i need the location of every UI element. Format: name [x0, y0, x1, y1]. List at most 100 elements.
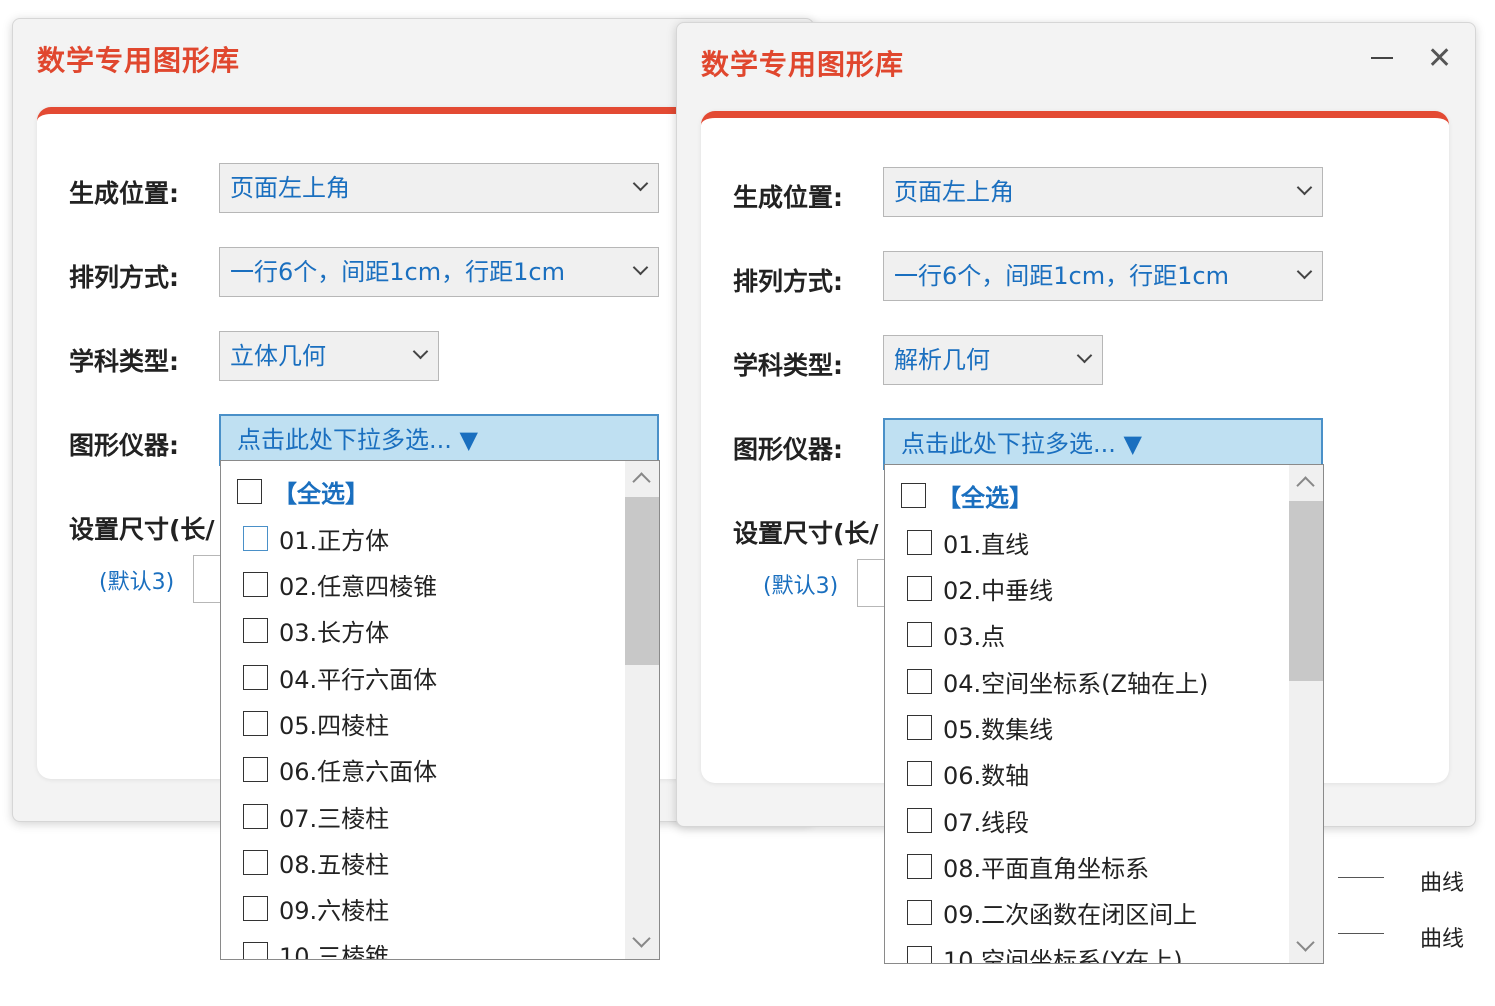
checkbox[interactable] [907, 807, 932, 833]
list-item[interactable]: 06.任意六面体 [243, 749, 437, 789]
list-item-label: 01.直线 [943, 530, 1030, 559]
close-icon[interactable]: ✕ [1427, 44, 1452, 74]
list-item[interactable]: 10.空间坐标系(Y在上) [907, 938, 1183, 964]
position-label: 生成位置: [69, 179, 179, 208]
checkbox[interactable] [907, 575, 932, 601]
checkbox[interactable] [907, 621, 932, 647]
checkbox[interactable] [907, 760, 932, 786]
scroll-down-icon[interactable] [632, 929, 651, 948]
checkbox[interactable] [243, 710, 268, 736]
checkbox[interactable] [237, 478, 262, 504]
list-item[interactable]: 04.平行六面体 [243, 657, 437, 697]
arrangement-select-value: 一行6个，间距1cm，行距1cm [230, 258, 565, 286]
list-item[interactable]: 03.点 [907, 614, 1005, 654]
list-item-label: 05.数集线 [943, 715, 1054, 744]
list-item-label: 10.三棱锥 [279, 942, 390, 960]
dialog-title: 数学专用图形库 [37, 44, 241, 77]
subject-select[interactable]: 立体几何 [219, 331, 439, 381]
checkbox[interactable] [907, 853, 932, 879]
position-select[interactable]: 页面左上角 [883, 167, 1323, 217]
checkbox[interactable] [243, 849, 268, 875]
instruments-dropdown-right[interactable]: 【全选】 01.直线 02.中垂线 03.点 04.空间坐标系(Z轴在上) 05… [884, 464, 1324, 964]
arrangement-select[interactable]: 一行6个，间距1cm，行距1cm [219, 247, 659, 297]
instruments-dropdown-left[interactable]: 【全选】 01.正方体 02.任意四棱锥 03.长方体 04.平行六面体 05.… [220, 460, 660, 960]
scroll-up-icon[interactable] [632, 472, 651, 491]
scrollbar[interactable] [625, 461, 659, 959]
checkbox[interactable] [243, 941, 268, 959]
list-item[interactable]: 03.长方体 [243, 610, 389, 650]
list-item[interactable]: 09.六棱柱 [243, 888, 389, 928]
list-item-label: 07.三棱柱 [279, 804, 390, 833]
checkbox[interactable] [907, 529, 932, 555]
checkbox[interactable] [907, 945, 932, 963]
chevron-down-icon [1076, 347, 1093, 364]
select-all-item[interactable]: 【全选】 [901, 475, 1033, 515]
position-select[interactable]: 页面左上角 [219, 163, 659, 213]
list-item[interactable]: 06.数轴 [907, 753, 1029, 793]
background-line [1338, 877, 1384, 878]
list-item[interactable]: 05.数集线 [907, 707, 1053, 747]
list-item-label: 08.平面直角坐标系 [943, 854, 1150, 883]
list-item-label: 03.长方体 [279, 618, 390, 647]
checkbox[interactable] [243, 664, 268, 690]
background-curve-label: 曲线 [1420, 927, 1465, 952]
checkbox[interactable] [243, 756, 268, 782]
arrangement-select[interactable]: 一行6个，间距1cm，行距1cm [883, 251, 1323, 301]
list-item[interactable]: 01.直线 [907, 522, 1029, 562]
checkbox[interactable] [243, 895, 268, 921]
instruments-multiselect[interactable]: 点击此处下拉多选... ▼ [883, 418, 1323, 470]
size-label: 设置尺寸(长/ [733, 519, 879, 548]
list-item-label: 02.任意四棱锥 [279, 572, 438, 601]
scrollbar-thumb[interactable] [625, 497, 659, 665]
subject-select-value: 解析几何 [894, 346, 990, 374]
list-item[interactable]: 09.二次函数在闭区间上 [907, 892, 1197, 932]
chevron-down-icon [1296, 179, 1313, 196]
list-item-label: 08.五棱柱 [279, 850, 390, 879]
background-curve-label: 曲线 [1420, 871, 1465, 896]
scrollbar[interactable] [1289, 465, 1323, 963]
arrangement-select-value: 一行6个，间距1cm，行距1cm [894, 262, 1229, 290]
list-item[interactable]: 01.正方体 [243, 518, 389, 558]
checkbox[interactable] [901, 482, 926, 508]
checkbox[interactable] [243, 617, 268, 643]
list-item-label: 04.平行六面体 [279, 665, 438, 694]
instruments-label: 图形仪器: [733, 435, 843, 464]
list-item-label: 06.数轴 [943, 761, 1030, 790]
checkbox[interactable] [907, 668, 932, 694]
arrangement-label: 排列方式: [733, 267, 843, 296]
list-item-label: 02.中垂线 [943, 576, 1054, 605]
list-item-label: 【全选】 [937, 483, 1033, 512]
position-label: 生成位置: [733, 183, 843, 212]
list-item[interactable]: 10.三棱锥 [243, 934, 390, 960]
list-item-label: 10.空间坐标系(Y在上) [943, 946, 1183, 964]
scroll-up-icon[interactable] [1296, 476, 1315, 495]
checkbox[interactable] [243, 571, 268, 597]
checkbox[interactable] [907, 899, 932, 925]
size-label: 设置尺寸(长/ [69, 515, 215, 544]
list-item[interactable]: 08.五棱柱 [243, 842, 389, 882]
select-all-item[interactable]: 【全选】 [237, 471, 369, 511]
minimize-icon[interactable] [1371, 57, 1393, 59]
checkbox[interactable] [907, 714, 932, 740]
scroll-down-icon[interactable] [1296, 933, 1315, 952]
list-item-label: 04.空间坐标系(Z轴在上) [943, 669, 1209, 698]
list-item-label: 07.线段 [943, 808, 1030, 837]
list-item[interactable]: 07.线段 [907, 800, 1029, 840]
chevron-down-icon [632, 259, 649, 276]
chevron-down-icon [1296, 263, 1313, 280]
scrollbar-thumb[interactable] [1289, 501, 1323, 681]
list-item[interactable]: 02.任意四棱锥 [243, 564, 437, 604]
chevron-down-icon [632, 175, 649, 192]
list-item[interactable]: 07.三棱柱 [243, 796, 389, 836]
subject-select[interactable]: 解析几何 [883, 335, 1103, 385]
checkbox[interactable] [243, 803, 268, 829]
list-item[interactable]: 05.四棱柱 [243, 703, 389, 743]
list-item[interactable]: 08.平面直角坐标系 [907, 846, 1149, 886]
list-item-label: 06.任意六面体 [279, 757, 438, 786]
arrangement-label: 排列方式: [69, 263, 179, 292]
position-select-value: 页面左上角 [894, 178, 1014, 206]
list-item[interactable]: 04.空间坐标系(Z轴在上) [907, 661, 1208, 701]
checkbox[interactable] [243, 525, 268, 551]
list-item[interactable]: 02.中垂线 [907, 568, 1053, 608]
instruments-multiselect[interactable]: 点击此处下拉多选... ▼ [219, 414, 659, 466]
